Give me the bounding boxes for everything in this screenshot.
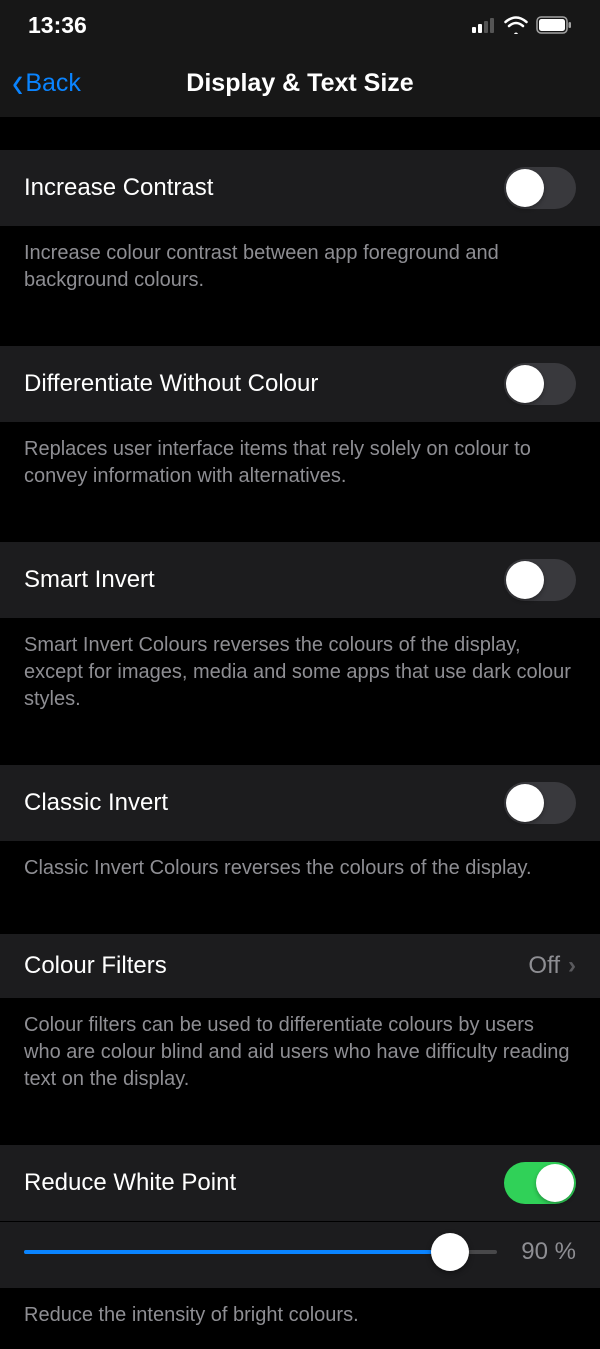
smart-invert-row[interactable]: Smart Invert bbox=[0, 542, 600, 618]
wifi-icon bbox=[504, 16, 528, 34]
differentiate-desc: Replaces user interface items that rely … bbox=[0, 422, 600, 510]
reduce-white-point-slider[interactable] bbox=[24, 1238, 497, 1266]
page-title: Display & Text Size bbox=[0, 69, 600, 98]
battery-icon bbox=[536, 16, 572, 34]
increase-contrast-desc: Increase colour contrast between app for… bbox=[0, 226, 600, 314]
increase-contrast-toggle[interactable] bbox=[504, 167, 576, 209]
section-spacer bbox=[0, 118, 600, 150]
back-label: Back bbox=[25, 69, 81, 98]
smart-invert-label: Smart Invert bbox=[24, 566, 155, 594]
chevron-left-icon: ‹ bbox=[12, 60, 23, 104]
reduce-white-point-desc: Reduce the intensity of bright colours. bbox=[0, 1288, 600, 1349]
back-button[interactable]: ‹ Back bbox=[12, 67, 81, 101]
differentiate-label: Differentiate Without Colour bbox=[24, 370, 318, 398]
cellular-icon bbox=[472, 17, 496, 33]
classic-invert-toggle[interactable] bbox=[504, 782, 576, 824]
section-spacer bbox=[0, 902, 600, 934]
classic-invert-desc: Classic Invert Colours reverses the colo… bbox=[0, 841, 600, 902]
smart-invert-desc: Smart Invert Colours reverses the colour… bbox=[0, 618, 600, 733]
colour-filters-label: Colour Filters bbox=[24, 952, 167, 980]
reduce-white-point-toggle[interactable] bbox=[504, 1162, 576, 1204]
reduce-white-point-slider-row: 90 % bbox=[0, 1222, 600, 1288]
classic-invert-label: Classic Invert bbox=[24, 789, 168, 817]
reduce-white-point-row[interactable]: Reduce White Point bbox=[0, 1145, 600, 1221]
section-spacer bbox=[0, 733, 600, 765]
classic-invert-row[interactable]: Classic Invert bbox=[0, 765, 600, 841]
differentiate-row[interactable]: Differentiate Without Colour bbox=[0, 346, 600, 422]
section-spacer bbox=[0, 510, 600, 542]
nav-bar: ‹ Back Display & Text Size bbox=[0, 50, 600, 118]
section-spacer bbox=[0, 1113, 600, 1145]
smart-invert-toggle[interactable] bbox=[504, 559, 576, 601]
status-bar: 13:36 bbox=[0, 0, 600, 50]
colour-filters-row[interactable]: Colour Filters Off › bbox=[0, 934, 600, 998]
increase-contrast-row[interactable]: Increase Contrast bbox=[0, 150, 600, 226]
chevron-right-icon: › bbox=[568, 952, 576, 980]
slider-thumb[interactable] bbox=[431, 1233, 469, 1271]
reduce-white-point-value: 90 % bbox=[521, 1238, 576, 1266]
status-icons bbox=[472, 16, 572, 34]
reduce-white-point-label: Reduce White Point bbox=[24, 1169, 236, 1197]
status-time: 13:36 bbox=[28, 12, 87, 39]
section-spacer bbox=[0, 314, 600, 346]
colour-filters-value: Off bbox=[528, 952, 560, 980]
colour-filters-desc: Colour filters can be used to differenti… bbox=[0, 998, 600, 1113]
increase-contrast-label: Increase Contrast bbox=[24, 174, 213, 202]
differentiate-toggle[interactable] bbox=[504, 363, 576, 405]
